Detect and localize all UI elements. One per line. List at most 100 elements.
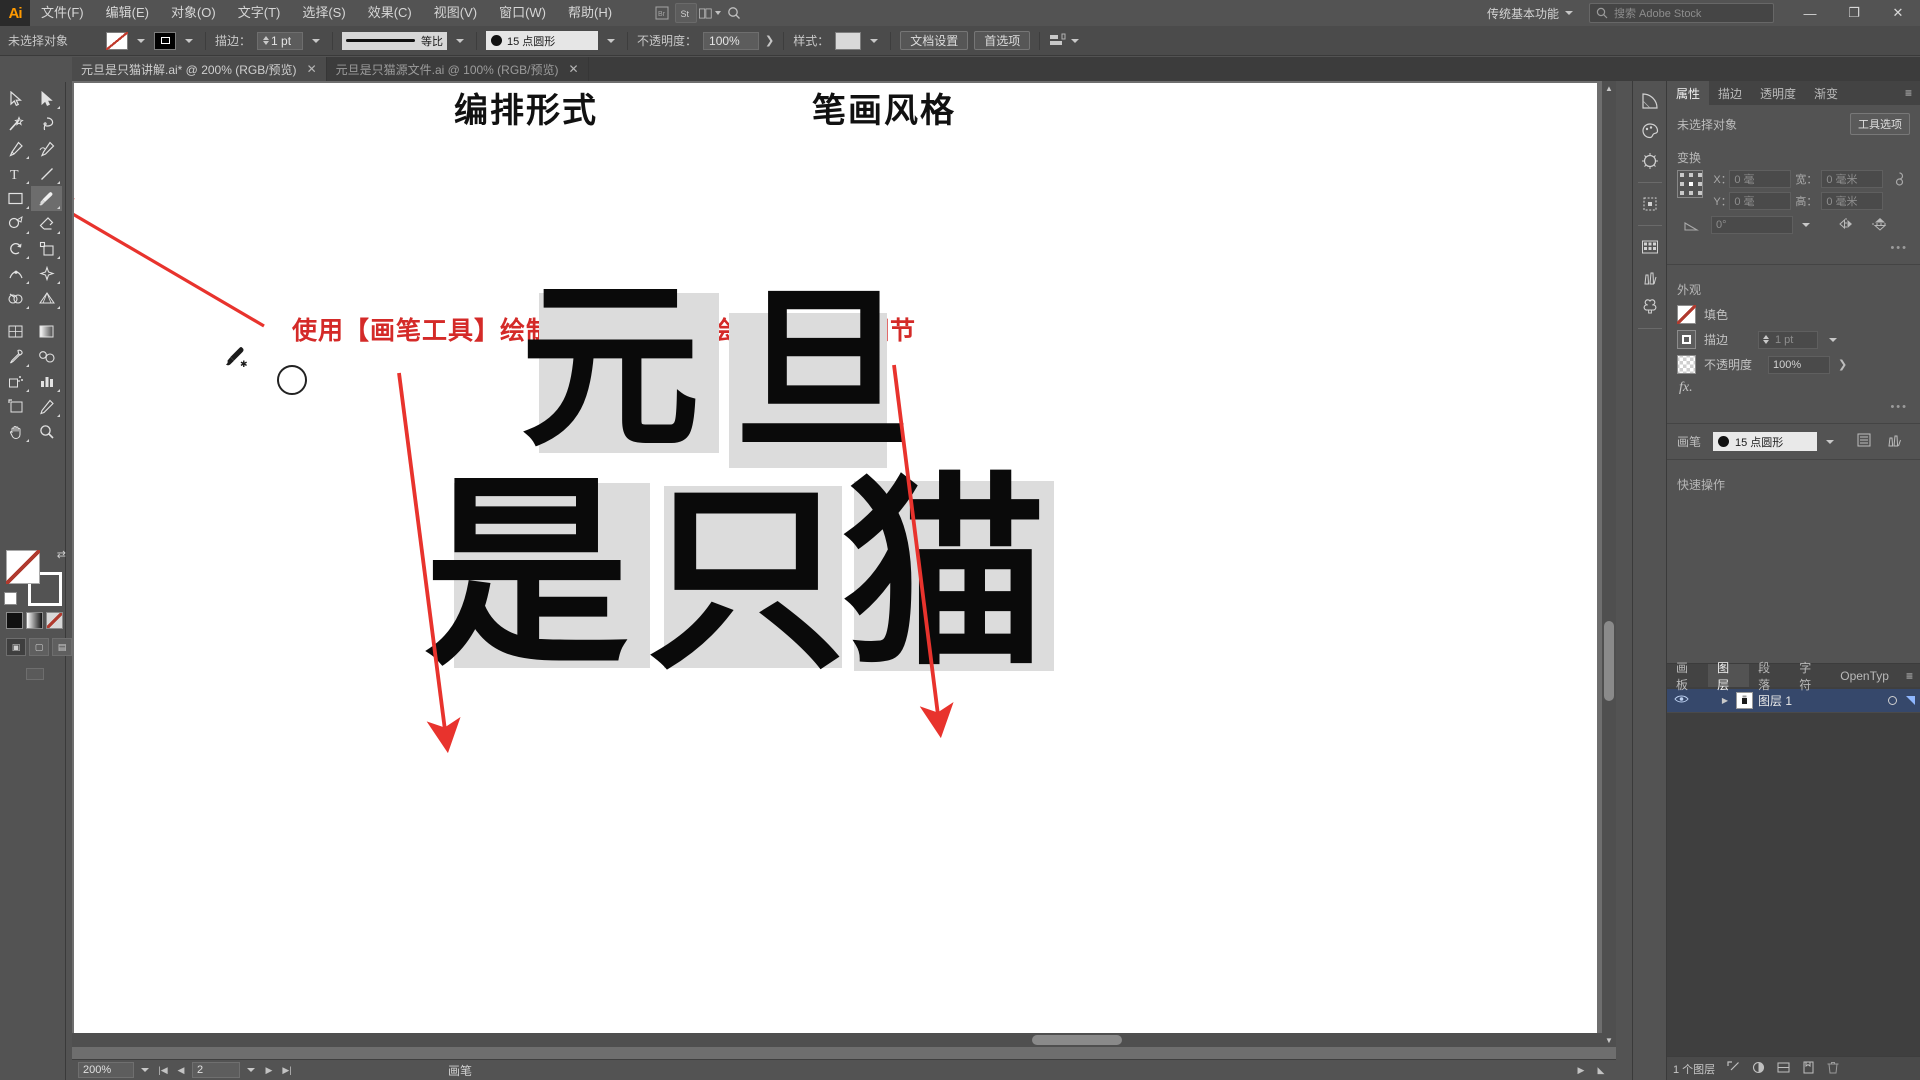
panel-menu-icon[interactable]: ≡ bbox=[1897, 81, 1920, 105]
default-fill-stroke-icon[interactable] bbox=[4, 592, 17, 605]
align-button[interactable] bbox=[1049, 32, 1082, 50]
flip-vertical-icon[interactable] bbox=[1871, 216, 1889, 234]
lasso-tool[interactable] bbox=[31, 111, 62, 136]
stroke-weight-input[interactable]: 1 pt bbox=[257, 31, 304, 50]
close-icon[interactable]: ✕ bbox=[569, 62, 579, 76]
tab-stroke[interactable]: 描边 bbox=[1709, 81, 1751, 105]
canvas-horizontal-scrollbar[interactable] bbox=[72, 1033, 1602, 1047]
artboard-dropdown-icon[interactable] bbox=[244, 1061, 258, 1079]
color-panel-icon[interactable] bbox=[1636, 117, 1664, 145]
close-icon[interactable]: ✕ bbox=[307, 62, 317, 76]
restore-button[interactable]: ❐ bbox=[1832, 0, 1876, 26]
color-guide-icon[interactable] bbox=[1636, 147, 1664, 175]
scale-tool[interactable] bbox=[31, 236, 62, 261]
brush-select[interactable]: 15 点圆形 bbox=[1713, 432, 1817, 451]
rotate-tool[interactable] bbox=[0, 236, 31, 261]
delete-selection-icon[interactable] bbox=[1827, 1061, 1839, 1077]
menu-edit[interactable]: 编辑(E) bbox=[95, 0, 160, 26]
brush-options-icon[interactable] bbox=[1857, 433, 1871, 450]
stroke-weight-dropdown-icon[interactable] bbox=[309, 32, 323, 50]
blend-tool[interactable] bbox=[31, 344, 62, 369]
menu-type[interactable]: 文字(T) bbox=[227, 0, 292, 26]
layer-row[interactable]: ▶ 图层 1 bbox=[1667, 689, 1920, 713]
menu-file[interactable]: 文件(F) bbox=[30, 0, 95, 26]
brush-definition-select[interactable]: 15 点圆形 bbox=[486, 31, 599, 50]
preferences-button[interactable]: 首选项 bbox=[974, 31, 1031, 50]
status-resize-icon[interactable]: ◣ bbox=[1594, 1062, 1608, 1078]
appearance-stroke-swatch[interactable] bbox=[1677, 330, 1696, 349]
create-new-sublayer-icon[interactable] bbox=[1777, 1061, 1790, 1077]
stroke-color-swatch[interactable] bbox=[154, 31, 176, 50]
slice-tool[interactable] bbox=[31, 394, 62, 419]
gradient-tool[interactable] bbox=[31, 319, 62, 344]
menu-view[interactable]: 视图(V) bbox=[423, 0, 488, 26]
color-mode[interactable] bbox=[6, 612, 23, 629]
appearance-more-options[interactable]: ••• bbox=[1667, 399, 1920, 415]
canvas-area[interactable]: 编排形式 笔画风格 使用【画笔工具】绘制文字的草稿，绘制时添加小细节 元 旦 是… bbox=[72, 81, 1616, 1061]
hand-tool[interactable] bbox=[0, 419, 31, 444]
canvas-vertical-scrollbar[interactable]: ▲ ▼ bbox=[1602, 81, 1616, 1047]
add-effect-button[interactable]: fx. bbox=[1679, 380, 1693, 396]
shape-panel-icon[interactable] bbox=[1636, 87, 1664, 115]
arrange-documents-icon[interactable] bbox=[699, 3, 722, 23]
angle-dropdown-icon[interactable] bbox=[1799, 216, 1813, 234]
appearance-fill-swatch[interactable] bbox=[1677, 305, 1696, 324]
rotation-angle-input[interactable]: 0° bbox=[1711, 216, 1793, 234]
bridge-icon[interactable]: Br bbox=[651, 3, 673, 23]
brushes-panel-icon[interactable] bbox=[1636, 263, 1664, 291]
menu-window[interactable]: 窗口(W) bbox=[488, 0, 557, 26]
normal-screen-mode[interactable]: ▣ bbox=[6, 638, 26, 656]
opacity-flyout-icon[interactable]: ❯ bbox=[765, 34, 774, 47]
selection-tool[interactable] bbox=[0, 86, 31, 111]
fill-color-swatch-large[interactable] bbox=[6, 550, 40, 584]
locate-object-icon[interactable] bbox=[1727, 1060, 1740, 1077]
brush-dropdown-icon[interactable] bbox=[604, 32, 618, 50]
column-graph-tool[interactable] bbox=[31, 369, 62, 394]
stroke-dropdown-icon[interactable] bbox=[182, 32, 196, 50]
stroke-spinner-icon[interactable] bbox=[263, 36, 270, 45]
brush-libraries-icon[interactable] bbox=[1887, 433, 1902, 450]
tab-properties[interactable]: 属性 bbox=[1667, 81, 1710, 105]
eyedropper-tool[interactable] bbox=[0, 344, 31, 369]
scroll-up-icon[interactable]: ▲ bbox=[1602, 81, 1616, 95]
eraser-tool[interactable] bbox=[31, 211, 62, 236]
stroke-weight-spinner-icon[interactable] bbox=[1763, 335, 1769, 344]
artboard-tool[interactable] bbox=[0, 394, 31, 419]
line-segment-tool[interactable] bbox=[31, 161, 62, 186]
full-screen-mode[interactable]: ▤ bbox=[52, 638, 72, 656]
pen-tool[interactable] bbox=[0, 136, 31, 161]
tab-layers[interactable]: 图层 bbox=[1708, 661, 1750, 692]
appearance-opacity-input[interactable]: 100% bbox=[1768, 355, 1830, 374]
reference-point-selector[interactable] bbox=[1677, 170, 1704, 198]
menu-select[interactable]: 选择(S) bbox=[291, 0, 356, 26]
y-input[interactable]: 0 毫 bbox=[1729, 192, 1792, 210]
tab-artboards[interactable]: 画板 bbox=[1667, 661, 1708, 692]
minimize-button[interactable]: — bbox=[1788, 0, 1832, 26]
x-input[interactable]: 0 毫 bbox=[1729, 170, 1792, 188]
fill-color-swatch[interactable] bbox=[106, 31, 128, 50]
workspace-switcher[interactable]: 传统基本功能 bbox=[1477, 3, 1583, 23]
artboard-number-input[interactable]: 2 bbox=[192, 1062, 240, 1078]
appearance-opacity-swatch[interactable] bbox=[1677, 355, 1696, 374]
tab-gradient[interactable]: 渐变 bbox=[1805, 81, 1847, 105]
style-dropdown-icon[interactable] bbox=[867, 32, 881, 50]
zoom-level-input[interactable]: 200% bbox=[78, 1062, 134, 1078]
opacity-input[interactable]: 100% bbox=[703, 31, 760, 50]
flip-horizontal-icon[interactable] bbox=[1837, 217, 1857, 234]
tab-paragraph[interactable]: 段落 bbox=[1749, 661, 1790, 692]
tab-character[interactable]: 字符 bbox=[1790, 661, 1831, 692]
width-input[interactable]: 0 毫米 bbox=[1821, 170, 1884, 188]
last-artboard-button[interactable]: ▶| bbox=[280, 1062, 294, 1078]
target-indicator-icon[interactable] bbox=[1888, 696, 1897, 705]
opacity-flyout-icon[interactable]: ❯ bbox=[1838, 358, 1847, 371]
graphic-style-swatch[interactable] bbox=[835, 31, 862, 50]
search-icon[interactable] bbox=[723, 3, 745, 23]
layer-name[interactable]: 图层 1 bbox=[1758, 692, 1883, 709]
tool-options-button[interactable]: 工具选项 bbox=[1850, 113, 1910, 135]
paintbrush-tool[interactable] bbox=[31, 186, 62, 211]
tab-opentype[interactable]: OpenTyp bbox=[1831, 664, 1898, 687]
constrain-proportions-icon[interactable] bbox=[1889, 170, 1910, 190]
first-artboard-button[interactable]: |◀ bbox=[156, 1062, 170, 1078]
previous-artboard-button[interactable]: ◀ bbox=[174, 1062, 188, 1078]
height-input[interactable]: 0 毫米 bbox=[1821, 192, 1884, 210]
